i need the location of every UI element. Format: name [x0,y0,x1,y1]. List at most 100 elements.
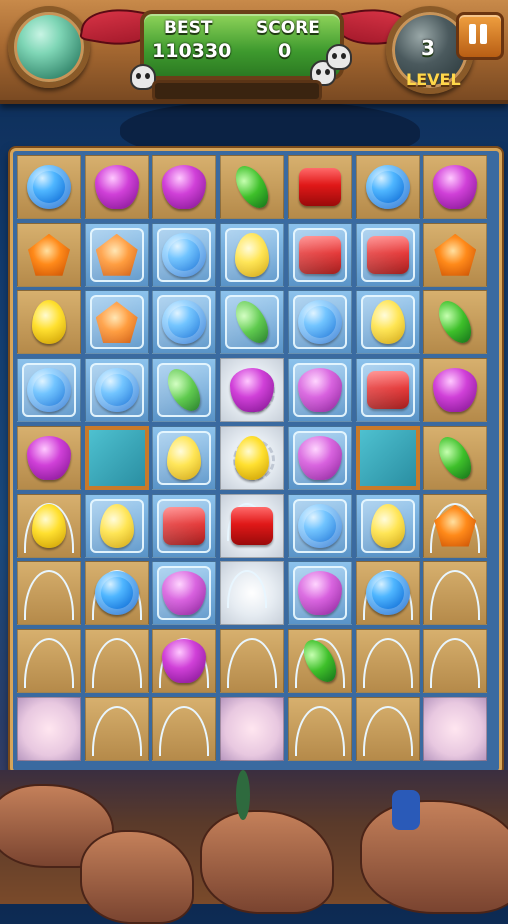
board-tile[interactable] [287,425,352,490]
red-candy-icon[interactable] [298,235,341,274]
board-tile[interactable] [220,155,285,219]
yellow-candy-icon[interactable] [32,300,66,345]
board-tile[interactable] [220,425,285,490]
orange-candy-icon[interactable] [434,233,477,276]
booster-orb-left[interactable] [8,6,90,88]
board-tile[interactable] [17,628,81,693]
board-tile[interactable] [17,222,81,287]
board-tile[interactable] [355,155,420,219]
yellow-candy-icon[interactable] [99,503,134,548]
board-tile[interactable] [423,155,488,219]
board-tile[interactable] [423,696,488,761]
blue-candy-icon[interactable] [162,232,207,277]
blue-candy-icon[interactable] [94,368,139,413]
board-tile[interactable] [423,290,488,355]
board-tile[interactable] [152,561,217,626]
board-tile[interactable] [152,696,217,761]
orange-candy-icon[interactable] [434,504,477,547]
purple-candy-icon[interactable] [297,435,342,480]
board-tile[interactable] [287,561,352,626]
board-tile[interactable] [287,628,352,693]
yellow-candy-icon[interactable] [235,435,270,480]
board-tile[interactable] [152,628,217,693]
blue-candy-icon[interactable] [27,368,71,413]
board-tile[interactable] [355,493,420,558]
blue-candy-icon[interactable] [162,300,207,345]
blue-candy-icon[interactable] [365,165,410,209]
board-tile[interactable] [355,290,420,355]
purple-candy-icon[interactable] [297,368,342,413]
board-tile[interactable] [220,493,285,558]
board-tile[interactable] [17,696,81,761]
board-tile[interactable] [152,222,217,287]
board-tile[interactable] [287,155,352,219]
yellow-candy-icon[interactable] [235,232,270,277]
board-tile[interactable] [287,358,352,423]
board-tile[interactable] [423,222,488,287]
board-tile[interactable] [84,696,149,761]
board-tile[interactable] [152,358,217,423]
orange-candy-icon[interactable] [95,301,138,344]
board-tile[interactable] [220,696,285,761]
red-candy-icon[interactable] [298,168,341,206]
board-tile[interactable] [17,358,81,423]
purple-candy-icon[interactable] [27,435,71,480]
purple-candy-icon[interactable] [433,165,478,209]
blue-candy-icon[interactable] [94,571,139,616]
purple-candy-icon[interactable] [162,165,207,209]
green-candy-icon[interactable] [229,160,275,214]
board-tile[interactable] [17,561,81,626]
yellow-candy-icon[interactable] [370,300,405,345]
board-tile[interactable] [84,425,149,490]
red-candy-icon[interactable] [231,506,274,545]
board-tile[interactable] [17,425,81,490]
board-tile[interactable] [287,222,352,287]
board-tile[interactable] [84,290,149,355]
board-tile[interactable] [152,425,217,490]
board-tile[interactable] [152,290,217,355]
orange-candy-icon[interactable] [95,233,138,276]
board-tile[interactable] [423,358,488,423]
board-tile[interactable] [84,628,149,693]
board-tile[interactable] [220,290,285,355]
board-tile[interactable] [17,493,81,558]
orange-candy-icon[interactable] [28,233,70,276]
board-tile[interactable] [355,628,420,693]
board-tile[interactable] [152,155,217,219]
board-tile[interactable] [287,290,352,355]
green-candy-icon[interactable] [432,295,478,349]
yellow-candy-icon[interactable] [370,503,405,548]
pause-button[interactable] [456,12,504,60]
red-candy-icon[interactable] [366,235,409,274]
blue-candy-icon[interactable] [27,165,71,209]
purple-candy-icon[interactable] [433,368,478,413]
purple-candy-icon[interactable] [230,368,275,413]
board-tile[interactable] [17,155,81,219]
purple-candy-icon[interactable] [162,571,207,616]
green-candy-icon[interactable] [297,634,343,688]
purple-candy-icon[interactable] [297,571,342,616]
board-tile[interactable] [220,628,285,693]
board-tile[interactable] [84,155,149,219]
board-tile[interactable] [152,493,217,558]
purple-candy-icon[interactable] [94,165,139,209]
red-candy-icon[interactable] [366,371,409,410]
blue-candy-icon[interactable] [297,503,342,548]
purple-candy-icon[interactable] [162,638,207,683]
board-tile[interactable] [84,561,149,626]
board-tile[interactable] [355,222,420,287]
board-tile[interactable] [355,696,420,761]
green-candy-icon[interactable] [229,295,275,349]
board-tile[interactable] [84,358,149,423]
board-tile[interactable] [17,290,81,355]
blue-candy-icon[interactable] [365,571,410,616]
green-candy-icon[interactable] [432,431,478,485]
board-tile[interactable] [84,222,149,287]
yellow-candy-icon[interactable] [167,435,202,480]
board-tile[interactable] [220,358,285,423]
board-tile[interactable] [423,425,488,490]
board-tile[interactable] [355,358,420,423]
red-candy-icon[interactable] [163,506,206,545]
board-tile[interactable] [220,222,285,287]
board-tile[interactable] [423,493,488,558]
